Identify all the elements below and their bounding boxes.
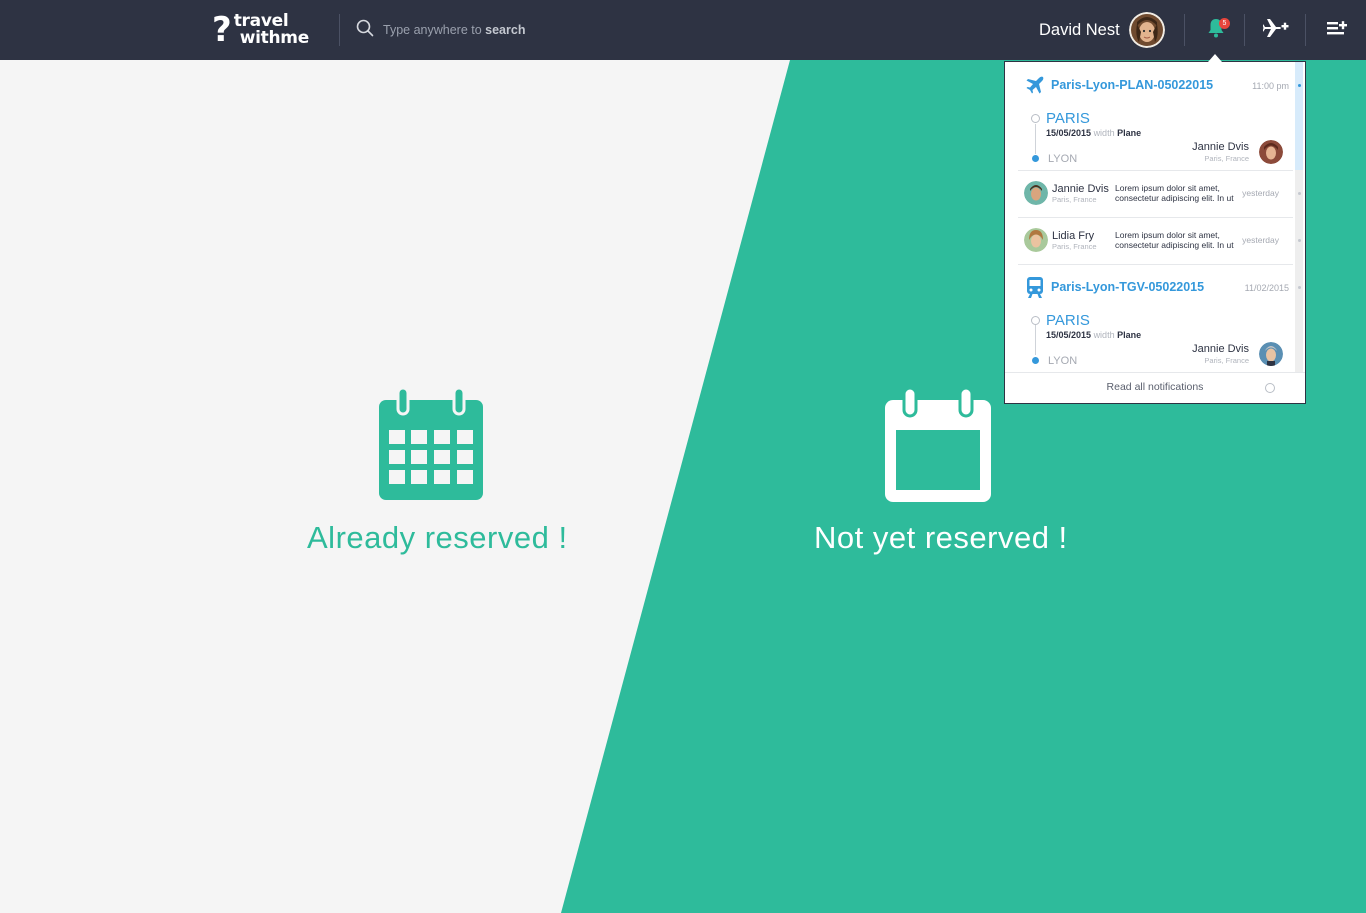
- traveler-avatar[interactable]: [1259, 140, 1283, 164]
- message-notification[interactable]: Jannie Dvis Paris, France Lorem ipsum do…: [1005, 171, 1301, 217]
- notification-count-badge: 5: [1219, 18, 1230, 29]
- user-name: David Nest: [1039, 20, 1120, 39]
- calendar-empty-icon[interactable]: [885, 386, 991, 506]
- trip-time: 11/02/2015: [1244, 283, 1289, 293]
- sender-avatar[interactable]: [1024, 228, 1048, 252]
- header-divider: [1184, 14, 1185, 46]
- user-profile[interactable]: David Nest: [1039, 12, 1165, 48]
- sender-avatar[interactable]: [1024, 181, 1048, 205]
- notifications-button[interactable]: 5: [1201, 15, 1231, 45]
- message-time: yesterday: [1242, 188, 1279, 198]
- notifications-panel: Paris-Lyon-PLAN-05022015 11:00 pm PARIS …: [1004, 61, 1306, 404]
- mark-all-read-toggle[interactable]: [1265, 383, 1275, 393]
- destination-marker: [1032, 155, 1039, 162]
- add-trip-button[interactable]: [1261, 15, 1291, 45]
- read-all-notifications-link[interactable]: Read all notifications: [1005, 381, 1305, 393]
- trip-notification[interactable]: Paris-Lyon-TGV-05022015 11/02/2015 PARIS…: [1005, 265, 1301, 372]
- trip-time: 11:00 pm: [1252, 81, 1289, 91]
- origin-marker: [1031, 316, 1040, 325]
- header-divider: [339, 14, 340, 46]
- message-time: yesterday: [1242, 235, 1279, 245]
- origin-marker: [1031, 114, 1040, 123]
- footer-separator: [1005, 372, 1305, 373]
- trip-title: Paris-Lyon-TGV-05022015: [1051, 280, 1205, 294]
- user-avatar[interactable]: [1128, 12, 1165, 48]
- timeline-line: [1035, 124, 1036, 154]
- train-icon: [1026, 277, 1044, 303]
- header-divider: [1305, 14, 1306, 46]
- trip-title: Paris-Lyon-PLAN-05022015: [1051, 78, 1214, 92]
- travelwithme-logo[interactable]: ? travel withme: [212, 10, 310, 50]
- read-indicator: [1298, 239, 1301, 242]
- traveler-avatar[interactable]: [1259, 342, 1283, 366]
- destination-city: LYON: [1048, 355, 1078, 367]
- message-preview: Lorem ipsum dolor sit amet, consectetur …: [1115, 230, 1234, 250]
- dropdown-caret: [1208, 54, 1222, 62]
- top-navigation-bar: ? travel withme Type anywhere to search …: [0, 0, 1366, 60]
- calendar-grid-icon[interactable]: [379, 386, 483, 504]
- read-indicator: [1298, 286, 1301, 289]
- traveler-name: Jannie Dvis: [1192, 343, 1249, 355]
- destination-city: LYON: [1048, 153, 1078, 165]
- traveler-name: Jannie Dvis: [1192, 141, 1249, 153]
- header-divider: [1244, 14, 1245, 46]
- destination-marker: [1032, 357, 1039, 364]
- scrollbar-thumb[interactable]: [1295, 62, 1303, 170]
- plane-icon: [1026, 76, 1044, 98]
- search-input[interactable]: Type anywhere to search: [356, 19, 586, 41]
- unread-indicator: [1298, 84, 1301, 87]
- message-notification[interactable]: Lidia Fry Paris, France Lorem ipsum dolo…: [1005, 218, 1301, 264]
- trip-date: 15/05/2015 width Plane: [1046, 330, 1142, 340]
- message-preview: Lorem ipsum dolor sit amet, consectetur …: [1115, 183, 1234, 203]
- menu-add-button[interactable]: [1322, 15, 1352, 45]
- search-placeholder: Type anywhere to search: [383, 23, 526, 37]
- logo-question-mark: ?: [212, 10, 232, 50]
- timeline-line: [1035, 325, 1036, 355]
- plane-add-icon: [1262, 18, 1289, 42]
- origin-city: PARIS: [1046, 312, 1090, 329]
- already-reserved-label[interactable]: Already reserved !: [307, 520, 568, 556]
- trip-date: 15/05/2015 width Plane: [1046, 128, 1142, 138]
- trip-notification[interactable]: Paris-Lyon-PLAN-05022015 11:00 pm PARIS …: [1005, 62, 1301, 170]
- sender-name: Lidia Fry: [1052, 230, 1095, 242]
- origin-city: PARIS: [1046, 110, 1090, 127]
- logo-word-withme: withme: [239, 28, 310, 48]
- not-yet-reserved-label[interactable]: Not yet reserved !: [814, 520, 1068, 556]
- traveler-location: Paris, France: [1204, 356, 1249, 365]
- sender-location: Paris, France: [1052, 195, 1097, 204]
- sender-location: Paris, France: [1052, 242, 1097, 251]
- traveler-location: Paris, France: [1204, 154, 1249, 163]
- search-icon: [356, 19, 374, 41]
- sender-name: Jannie Dvis: [1052, 183, 1109, 195]
- read-indicator: [1298, 192, 1301, 195]
- playlist-add-icon: [1327, 19, 1347, 41]
